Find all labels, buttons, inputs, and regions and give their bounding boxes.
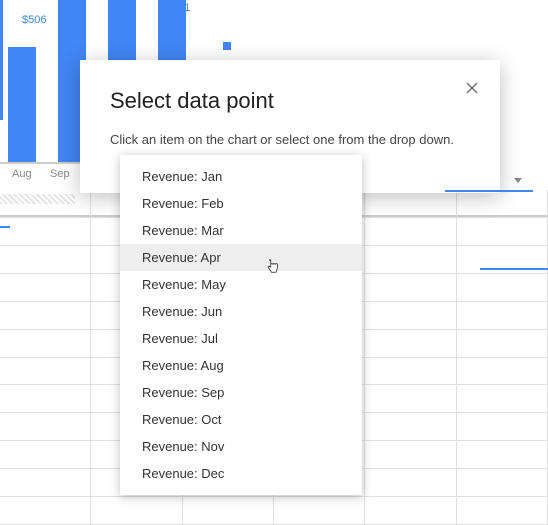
dropdown-item-may[interactable]: Revenue: May — [120, 271, 362, 298]
dialog-description: Click an item on the chart or select one… — [110, 132, 470, 147]
chevron-down-icon[interactable] — [514, 178, 522, 183]
dropdown-item-sep[interactable]: Revenue: Sep — [120, 379, 362, 406]
axis-tick-label: Sep — [50, 168, 70, 180]
dropdown-item-oct[interactable]: Revenue: Oct — [120, 406, 362, 433]
chart-resize-handle[interactable] — [0, 194, 75, 204]
dropdown-item-dec[interactable]: Revenue: Dec — [120, 460, 362, 487]
dropdown-underline — [445, 190, 533, 192]
dialog-title: Select data point — [110, 88, 470, 114]
bar[interactable] — [8, 47, 36, 162]
data-label: $506 — [22, 14, 46, 26]
dropdown-item-apr[interactable]: Revenue: Apr — [120, 244, 362, 271]
pointer-cursor-icon — [264, 258, 282, 276]
selected-point-marker[interactable] — [223, 42, 231, 50]
data-point-dropdown[interactable]: Revenue: Jan Revenue: Feb Revenue: Mar R… — [120, 155, 362, 495]
dropdown-item-jan[interactable]: Revenue: Jan — [120, 163, 362, 190]
dropdown-item-jun[interactable]: Revenue: Jun — [120, 298, 362, 325]
dropdown-item-nov[interactable]: Revenue: Nov — [120, 433, 362, 460]
dropdown-item-feb[interactable]: Revenue: Feb — [120, 190, 362, 217]
close-button[interactable] — [462, 78, 482, 98]
dropdown-item-mar[interactable]: Revenue: Mar — [120, 217, 362, 244]
axis-tick-label: Aug — [12, 168, 32, 180]
sparkline-segment — [480, 268, 548, 270]
close-icon — [462, 78, 482, 98]
dropdown-item-jul[interactable]: Revenue: Jul — [120, 325, 362, 352]
dropdown-item-aug[interactable]: Revenue: Aug — [120, 352, 362, 379]
sparkline-segment — [0, 226, 10, 228]
bar[interactable] — [0, 0, 3, 120]
